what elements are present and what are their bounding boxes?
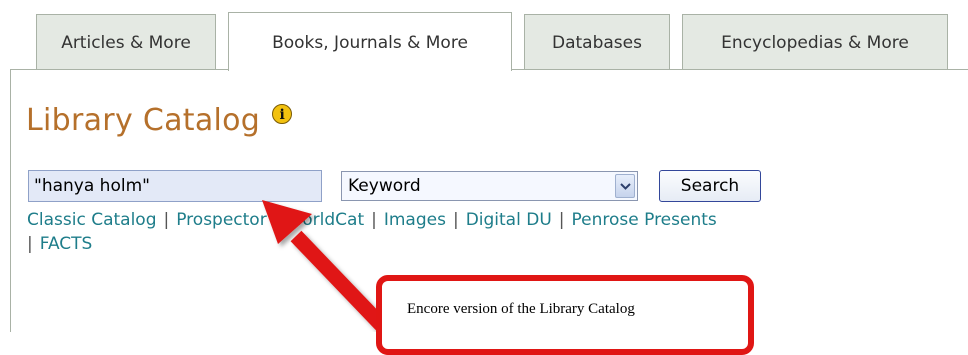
annotation-callout: Encore version of the Library Catalog: [376, 275, 754, 355]
link-digital-du[interactable]: Digital DU: [466, 210, 552, 230]
search-field-selected-value: Keyword: [348, 176, 421, 196]
tab-bar: Articles & More Books, Journals & More D…: [0, 0, 968, 71]
catalog-links: Classic Catalog | Prospector | WorldCat | Imag…: [27, 208, 952, 256]
chevron-down-icon: [620, 183, 631, 190]
tab-encyclopedias[interactable]: Encyclopedias & More: [682, 14, 948, 70]
tab-books-journals[interactable]: Books, Journals & More: [228, 12, 512, 71]
tab-databases[interactable]: Databases: [524, 14, 670, 70]
search-button[interactable]: Search: [659, 170, 761, 202]
link-prospector[interactable]: Prospector: [176, 210, 266, 230]
dropdown-button[interactable]: [615, 174, 635, 198]
tab-articles[interactable]: Articles & More: [36, 14, 216, 70]
link-separator: |: [558, 210, 565, 230]
link-separator: |: [371, 210, 377, 230]
link-facts[interactable]: FACTS: [40, 234, 93, 254]
search-input[interactable]: [28, 170, 322, 202]
title-row: Library Catalog i: [26, 100, 293, 140]
search-field-select[interactable]: Keyword: [341, 171, 638, 201]
link-separator: |: [273, 210, 280, 230]
link-separator: |: [163, 210, 170, 230]
info-icon[interactable]: i: [272, 104, 293, 124]
page-title: Library Catalog: [26, 102, 261, 138]
link-penrose-presents[interactable]: Penrose Presents: [572, 210, 717, 230]
link-classic-catalog[interactable]: Classic Catalog: [27, 210, 156, 230]
link-separator: |: [452, 210, 459, 230]
link-worldcat[interactable]: WorldCat: [286, 210, 364, 230]
callout-text: Encore version of the Library Catalog: [407, 301, 635, 317]
link-images[interactable]: Images: [384, 210, 446, 230]
link-separator: |: [27, 234, 33, 254]
